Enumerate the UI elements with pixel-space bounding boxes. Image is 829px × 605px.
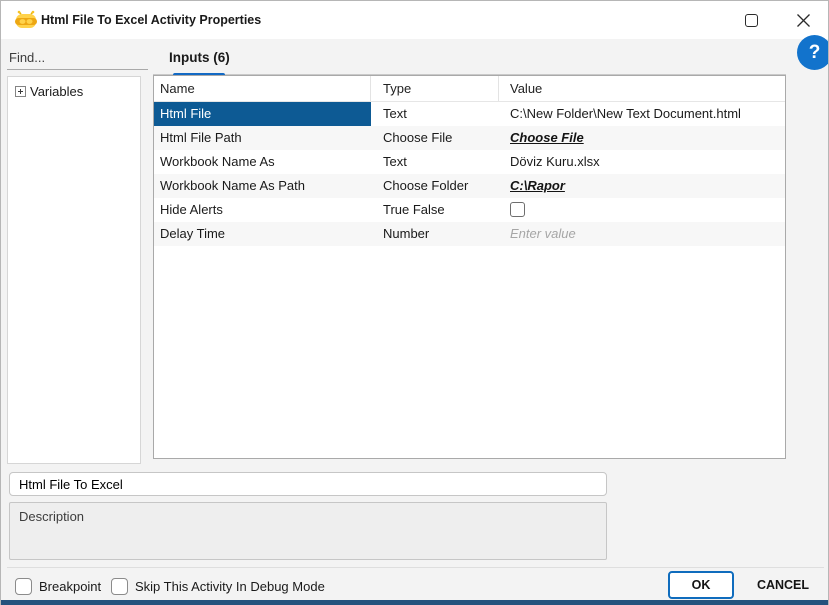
ok-button[interactable]: OK bbox=[668, 571, 734, 599]
close-icon bbox=[796, 13, 810, 27]
footer-divider bbox=[7, 567, 824, 568]
window-title: Html File To Excel Activity Properties bbox=[41, 13, 262, 27]
table-row[interactable]: Hide Alerts True False bbox=[154, 198, 785, 222]
table-header-row: Name Type Value bbox=[154, 76, 785, 102]
cell-type: Choose Folder bbox=[383, 178, 469, 193]
close-button[interactable] bbox=[781, 1, 825, 39]
cell-name[interactable]: Workbook Name As Path bbox=[154, 174, 371, 198]
cancel-button[interactable]: CANCEL bbox=[743, 571, 823, 599]
maximize-button[interactable] bbox=[729, 1, 773, 39]
tree-item-variables[interactable]: Variables bbox=[8, 77, 140, 99]
question-mark-icon: ? bbox=[808, 42, 821, 63]
activity-name-input[interactable] bbox=[9, 472, 607, 496]
help-button[interactable]: ? bbox=[797, 35, 828, 70]
cell-type: Choose File bbox=[383, 130, 453, 145]
cell-type: Number bbox=[383, 226, 430, 241]
tab-label: Inputs (6) bbox=[169, 50, 230, 65]
table-row[interactable]: Delay Time Number Enter value bbox=[154, 222, 785, 246]
tree-item-label: Variables bbox=[30, 84, 84, 99]
bottom-accent-bar bbox=[1, 600, 828, 605]
value-link[interactable]: C:\Rapor bbox=[510, 178, 565, 193]
bee-robot-icon bbox=[15, 10, 37, 29]
value-placeholder[interactable]: Enter value bbox=[510, 226, 576, 241]
find-input[interactable] bbox=[7, 45, 148, 70]
maximize-icon bbox=[744, 13, 758, 27]
value-checkbox[interactable] bbox=[510, 202, 525, 217]
cell-name[interactable]: Workbook Name As bbox=[154, 150, 371, 174]
tab-bar: Inputs (6) bbox=[153, 45, 786, 77]
cell-value: C:\Rapor bbox=[499, 174, 785, 198]
cell-value bbox=[499, 198, 785, 222]
cell-value: Enter value bbox=[499, 222, 785, 246]
table-row[interactable]: Html File Text C:\New Folder\New Text Docu… bbox=[154, 102, 785, 126]
column-header-value[interactable]: Value bbox=[499, 76, 785, 101]
cell-type: Text bbox=[371, 102, 499, 126]
cell-value[interactable]: C:\New Folder\New Text Document.html bbox=[499, 102, 785, 126]
variables-tree-panel: Variables bbox=[7, 76, 141, 464]
table-row[interactable]: Workbook Name As Text Döviz Kuru.xlsx bbox=[154, 150, 785, 174]
tab-inputs[interactable]: Inputs (6) bbox=[153, 45, 246, 77]
table-row[interactable]: Html File Path Choose File Choose File bbox=[154, 126, 785, 150]
value-link[interactable]: Choose File bbox=[510, 130, 584, 145]
cell-value: Choose File bbox=[499, 126, 785, 150]
titlebar: Html File To Excel Activity Properties bbox=[1, 1, 828, 39]
skip-debug-label: Skip This Activity In Debug Mode bbox=[135, 579, 325, 594]
cell-value[interactable]: Döviz Kuru.xlsx bbox=[499, 150, 785, 174]
column-header-type[interactable]: Type bbox=[371, 76, 499, 101]
breakpoint-checkbox[interactable] bbox=[15, 578, 32, 595]
table-body: Html File Text C:\New Folder\New Text Docu… bbox=[154, 102, 785, 246]
cell-name[interactable]: Hide Alerts bbox=[154, 198, 371, 222]
skip-debug-checkbox[interactable] bbox=[111, 578, 128, 595]
cell-type: True False bbox=[383, 202, 445, 217]
expand-plus-icon[interactable] bbox=[15, 86, 26, 97]
inputs-table: Name Type Value Html File Text C:\New Fold… bbox=[153, 75, 786, 459]
activity-properties-dialog: Html File To Excel Activity Properties ?… bbox=[0, 0, 829, 605]
breakpoint-label: Breakpoint bbox=[39, 579, 102, 594]
column-header-name[interactable]: Name bbox=[154, 76, 371, 101]
cell-name[interactable]: Delay Time bbox=[154, 222, 371, 246]
cell-name[interactable]: Html File Path bbox=[154, 126, 371, 150]
table-row[interactable]: Workbook Name As Path Choose Folder C:\Rap… bbox=[154, 174, 785, 198]
description-textarea[interactable] bbox=[9, 502, 607, 560]
cell-type: Text bbox=[383, 154, 407, 169]
cell-name[interactable]: Html File bbox=[154, 102, 371, 126]
